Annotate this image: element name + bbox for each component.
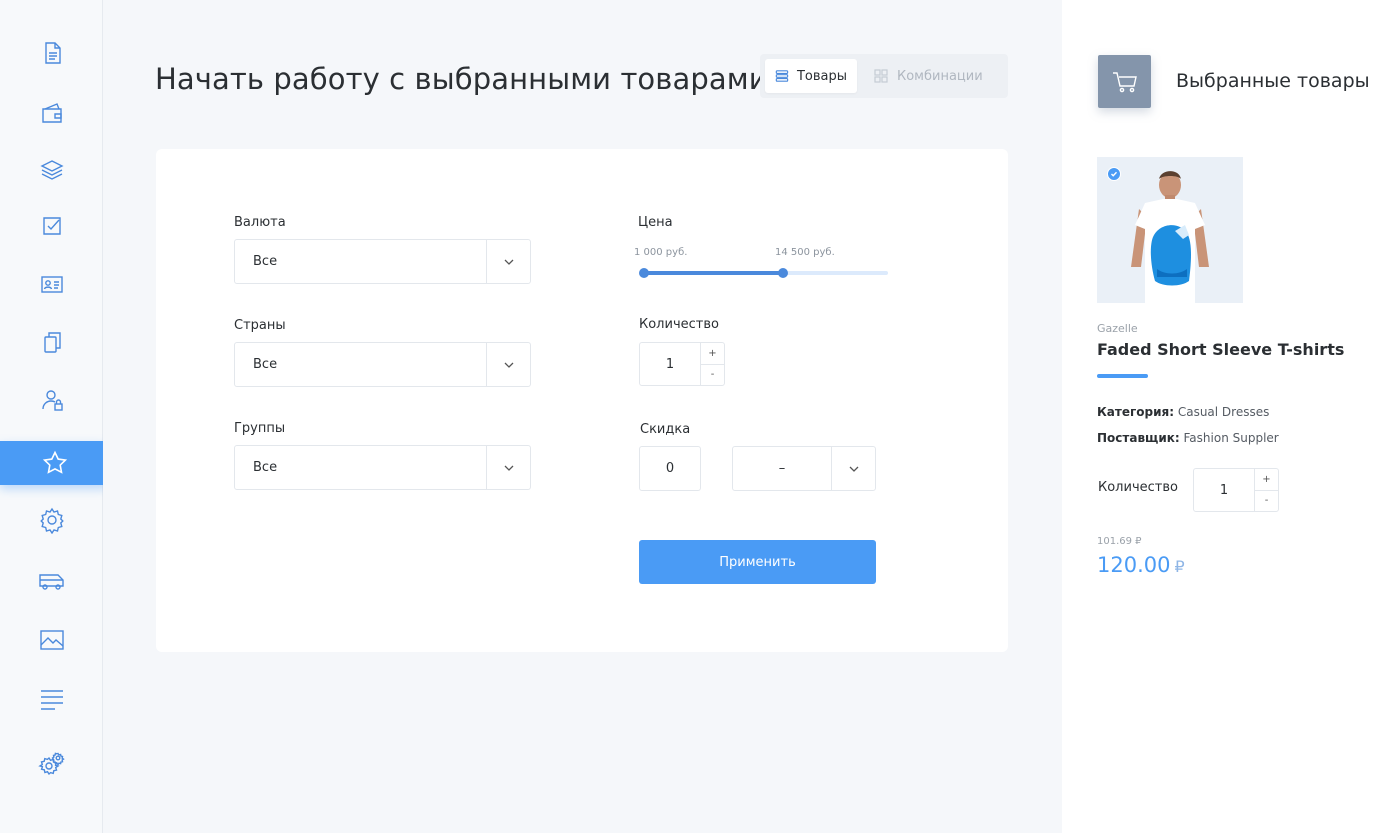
- sidebar-item-users[interactable]: [0, 378, 103, 422]
- category-value: Casual Dresses: [1177, 405, 1270, 419]
- view-toggle: Товары Комбинации: [760, 54, 1008, 98]
- product-quantity-increment-button[interactable]: +: [1255, 469, 1278, 490]
- menu-lines-icon: [40, 690, 63, 710]
- groups-select[interactable]: Все: [234, 445, 531, 490]
- checkmark-icon: [1111, 171, 1118, 177]
- countries-label: Страны: [234, 318, 286, 333]
- star-icon: [42, 450, 67, 474]
- product-image[interactable]: [1097, 157, 1243, 303]
- product-quantity-label: Количество: [1098, 480, 1178, 495]
- groups-dropdown-toggle[interactable]: [486, 446, 530, 489]
- apply-button[interactable]: Применить: [639, 540, 876, 584]
- countries-select[interactable]: Все: [234, 342, 531, 387]
- product-supplier: Поставщик: Fashion Suppler: [1097, 431, 1279, 445]
- image-icon: [39, 630, 64, 650]
- truck-icon: [38, 574, 64, 590]
- groups-value: Все: [253, 460, 278, 475]
- price: 120.00 ₽: [1097, 553, 1185, 577]
- old-price: 101.69 ₽: [1097, 536, 1142, 547]
- contact-card-icon: [40, 276, 63, 293]
- gears-icon: [37, 752, 65, 776]
- tab-combinations[interactable]: Комбинации: [863, 59, 993, 93]
- countries-value: Все: [253, 357, 278, 372]
- tab-combinations-label: Комбинации: [897, 68, 983, 84]
- cart-button[interactable]: [1098, 55, 1151, 108]
- sidebar-item-copies[interactable]: [0, 320, 103, 364]
- selected-products-panel: Выбранные товары Gazelle Faded Short Sle…: [1062, 0, 1400, 833]
- quantity-increment-button[interactable]: +: [701, 343, 724, 364]
- gear-icon: [39, 507, 64, 534]
- checkbox-icon: [42, 217, 61, 235]
- list-icon: [775, 70, 789, 82]
- currency-dropdown-toggle[interactable]: [486, 240, 530, 283]
- price-value: 120.00: [1097, 553, 1171, 577]
- discount-type-select[interactable]: –: [732, 446, 876, 491]
- price-max-label: 14 500 руб.: [775, 247, 835, 258]
- copy-icon: [43, 332, 61, 353]
- sidebar-item-documents[interactable]: [0, 31, 103, 75]
- sidebar-item-contacts[interactable]: [0, 262, 103, 306]
- currency-select[interactable]: Все: [234, 239, 531, 284]
- price-slider-min-handle[interactable]: [639, 268, 649, 278]
- currency-value: Все: [253, 254, 278, 269]
- selected-check-badge[interactable]: [1107, 167, 1121, 181]
- sidebar-item-advanced-settings[interactable]: [0, 742, 103, 786]
- layers-icon: [39, 160, 64, 180]
- sidebar-item-settings[interactable]: [0, 498, 103, 542]
- price-slider[interactable]: 1 000 руб. 14 500 руб.: [634, 247, 888, 287]
- countries-dropdown-toggle[interactable]: [486, 343, 530, 386]
- tab-products[interactable]: Товары: [765, 59, 857, 93]
- product-name-underline: [1097, 374, 1148, 378]
- main-content: Начать работу с выбранными товарами Това…: [103, 0, 1062, 833]
- product-quantity-decrement-button[interactable]: -: [1255, 489, 1278, 512]
- price-label: Цена: [638, 215, 673, 230]
- supplier-label: Поставщик:: [1097, 431, 1180, 445]
- sidebar-item-tasks[interactable]: [0, 204, 103, 248]
- product-brand: Gazelle: [1097, 322, 1138, 335]
- sidebar-item-delivery[interactable]: [0, 559, 103, 603]
- sidebar-item-layers[interactable]: [0, 148, 103, 192]
- sidebar: [0, 0, 109, 833]
- chevron-down-icon: [504, 362, 513, 368]
- sidebar-item-favorites[interactable]: [0, 441, 109, 485]
- product-category: Категория: Casual Dresses: [1097, 405, 1269, 419]
- chevron-down-icon: [504, 465, 513, 471]
- product-quantity-stepper[interactable]: 1 + -: [1193, 468, 1279, 512]
- supplier-value: Fashion Suppler: [1183, 431, 1279, 445]
- discount-type-dropdown-toggle[interactable]: [831, 447, 875, 490]
- price-slider-max-handle[interactable]: [778, 268, 789, 278]
- price-min-label: 1 000 руб.: [634, 247, 688, 258]
- grid-icon: [874, 69, 888, 83]
- product-quantity-value[interactable]: 1: [1194, 469, 1254, 511]
- quantity-decrement-button[interactable]: -: [701, 363, 724, 386]
- document-icon: [44, 42, 61, 64]
- sidebar-item-list[interactable]: [0, 678, 103, 722]
- wallet-icon: [41, 103, 62, 123]
- tab-products-label: Товары: [796, 68, 847, 84]
- discount-label: Скидка: [640, 422, 691, 437]
- chevron-down-icon: [849, 466, 858, 472]
- discount-type-value: –: [778, 461, 786, 476]
- discount-input[interactable]: 0: [639, 446, 701, 491]
- sidebar-item-gallery[interactable]: [0, 618, 103, 662]
- category-label: Категория:: [1097, 405, 1175, 419]
- sidebar-item-wallet[interactable]: [0, 91, 103, 135]
- chevron-down-icon: [504, 259, 513, 265]
- selected-products-title: Выбранные товары: [1176, 70, 1370, 92]
- user-lock-icon: [41, 390, 63, 411]
- price-currency: ₽: [1174, 557, 1185, 576]
- page-title: Начать работу с выбранными товарами: [155, 62, 768, 96]
- groups-label: Группы: [234, 421, 286, 436]
- quantity-value[interactable]: 1: [640, 343, 700, 385]
- price-slider-fill: [644, 271, 784, 275]
- filters-card: Валюта Все Страны Все Группы Все Цена 1 …: [156, 149, 1008, 652]
- quantity-stepper[interactable]: 1 + -: [639, 342, 725, 386]
- quantity-label: Количество: [639, 317, 719, 332]
- currency-label: Валюта: [234, 215, 286, 230]
- product-name[interactable]: Faded Short Sleeve T-shirts: [1097, 340, 1344, 359]
- cart-icon: [1112, 71, 1137, 92]
